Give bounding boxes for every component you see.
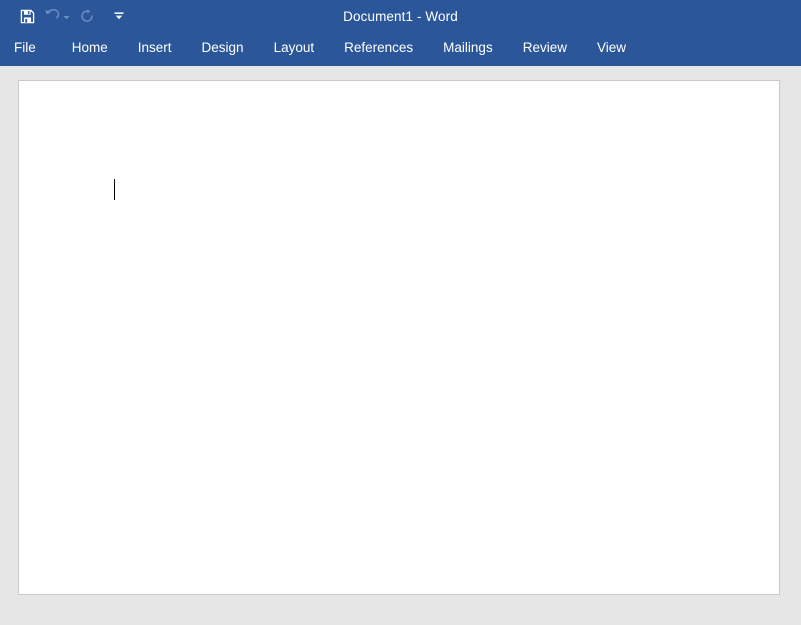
ribbon-header: Document1 - Word File Home Insert Design… (0, 0, 801, 66)
tab-review[interactable]: Review (523, 37, 567, 59)
tab-home[interactable]: Home (72, 37, 108, 59)
tab-mailings[interactable]: Mailings (443, 37, 493, 59)
tab-file[interactable]: File (14, 37, 36, 59)
window-title: Document1 - Word (343, 9, 458, 24)
document-page[interactable] (18, 80, 780, 595)
tab-references[interactable]: References (344, 37, 413, 59)
ribbon-tab-strip: File Home Insert Design Layout Reference… (14, 36, 626, 60)
text-caret (114, 179, 115, 200)
tab-view[interactable]: View (597, 37, 626, 59)
tab-layout[interactable]: Layout (274, 37, 315, 59)
tab-design[interactable]: Design (202, 37, 244, 59)
word-window: Document1 - Word File Home Insert Design… (0, 0, 801, 625)
tab-insert[interactable]: Insert (138, 37, 172, 59)
document-workspace (0, 66, 801, 625)
